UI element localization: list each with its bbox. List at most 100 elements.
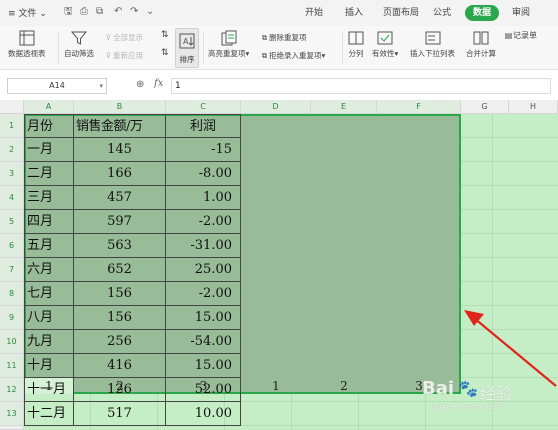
cell-b8[interactable]: 156 <box>74 282 166 306</box>
cell-b7[interactable]: 652 <box>74 258 166 282</box>
row-header-6[interactable]: 6 <box>0 234 24 258</box>
cell-b2[interactable]: 145 <box>74 138 166 162</box>
undo-icon[interactable]: ↶ <box>114 7 124 17</box>
chevron-down-icon[interactable]: ▾ <box>99 79 103 93</box>
column-header-b[interactable]: B <box>74 100 166 114</box>
cell-c14[interactable]: 3 <box>166 378 241 394</box>
cell-a5[interactable]: 四月 <box>24 210 74 234</box>
column-header-f[interactable]: F <box>377 100 461 114</box>
split-columns-button[interactable]: 分列 <box>348 30 364 59</box>
cell-a9[interactable]: 八月 <box>24 306 74 330</box>
cell-b5[interactable]: 597 <box>74 210 166 234</box>
row-header-1[interactable]: 1 <box>0 114 24 138</box>
cell-a10[interactable]: 九月 <box>24 330 74 354</box>
cell-e14[interactable]: 2 <box>311 378 377 394</box>
cell-b6[interactable]: 563 <box>74 234 166 258</box>
cell-c9[interactable]: 15.00 <box>166 306 241 330</box>
cell-c1[interactable]: 利润 <box>166 114 241 138</box>
insert-dropdown-list-button[interactable]: 插入下拉列表 <box>410 30 455 59</box>
validity-button[interactable]: 有效性▾ <box>372 30 398 59</box>
name-box[interactable]: A14 ▾ <box>7 78 107 94</box>
show-all-button[interactable]: ⊽ 全部显示 <box>104 32 143 43</box>
reject-duplicates-button[interactable]: ⧉ 拒绝录入重复项▾ <box>260 50 325 61</box>
cell-b1[interactable]: 销售金额/万 <box>74 114 166 138</box>
tab-data[interactable]: 数据 <box>465 5 500 21</box>
cell-c3[interactable]: -8.00 <box>166 162 241 186</box>
cell-b4[interactable]: 457 <box>74 186 166 210</box>
column-header-c[interactable]: C <box>166 100 241 114</box>
row-header-11[interactable]: 11 <box>0 354 24 378</box>
cell-c13[interactable]: 10.00 <box>166 402 241 426</box>
cell-d14[interactable]: 1 <box>241 378 311 394</box>
quick-access-dropdown-icon[interactable]: ⌄ <box>146 7 156 17</box>
row-header-10[interactable]: 10 <box>0 330 24 354</box>
column-header-g[interactable]: G <box>461 100 509 114</box>
autofilter-button[interactable]: 自动筛选 <box>64 30 94 59</box>
cell-b11[interactable]: 416 <box>74 354 166 378</box>
formula-input[interactable]: 1 <box>171 78 551 94</box>
print-icon[interactable]: ⎙ <box>80 7 90 17</box>
row-header-2[interactable]: 2 <box>0 138 24 162</box>
cell-c10[interactable]: -54.00 <box>166 330 241 354</box>
row-header-4[interactable]: 4 <box>0 186 24 210</box>
cell-c4[interactable]: 1.00 <box>166 186 241 210</box>
tab-page-layout[interactable]: 页面布局 <box>383 5 419 21</box>
cell-c8[interactable]: -2.00 <box>166 282 241 306</box>
pivot-table-button[interactable]: 数据透视表 <box>8 30 46 59</box>
sort-button[interactable]: A 排序 <box>175 28 199 68</box>
cell-a8[interactable]: 七月 <box>24 282 74 306</box>
save-icon[interactable]: 🖫 <box>64 7 74 17</box>
reapply-label: 重新应用 <box>113 51 143 60</box>
column-header-h[interactable]: H <box>509 100 558 114</box>
row-header-12[interactable]: 12 <box>0 378 24 402</box>
remove-duplicates-button[interactable]: ⧉ 删除重复项 <box>260 32 307 43</box>
tab-start[interactable]: 开始 <box>305 5 323 21</box>
zoom-search-icon[interactable]: ⊕ <box>136 79 144 90</box>
row-header-5[interactable]: 5 <box>0 210 24 234</box>
tab-formula[interactable]: 公式 <box>433 5 451 21</box>
row-header-3[interactable]: 3 <box>0 162 24 186</box>
row-header-13[interactable]: 13 <box>0 402 24 426</box>
row-header-7[interactable]: 7 <box>0 258 24 282</box>
fx-icon[interactable]: fx <box>154 78 163 89</box>
cell-c5[interactable]: -2.00 <box>166 210 241 234</box>
cell-b3[interactable]: 166 <box>74 162 166 186</box>
cell-a3[interactable]: 二月 <box>24 162 74 186</box>
cell-a2[interactable]: 一月 <box>24 138 74 162</box>
cell-a4[interactable]: 三月 <box>24 186 74 210</box>
sort-descending-button[interactable]: ⇅ <box>161 48 169 58</box>
cell-a7[interactable]: 六月 <box>24 258 74 282</box>
cell-b10[interactable]: 256 <box>74 330 166 354</box>
cell-a1[interactable]: 月份 <box>24 114 74 138</box>
cell-a6[interactable]: 五月 <box>24 234 74 258</box>
select-all-corner[interactable] <box>0 100 24 114</box>
highlight-duplicates-button[interactable]: 高亮重复项▾ <box>208 30 249 59</box>
records-form-button[interactable]: ▤记录单 <box>504 30 537 41</box>
tab-review[interactable]: 审阅 <box>512 5 530 21</box>
cell-a14[interactable]: 1 <box>24 378 74 394</box>
consolidate-button[interactable]: 合并计算 <box>466 30 496 59</box>
column-header-d[interactable]: D <box>241 100 311 114</box>
column-header-a[interactable]: A <box>24 100 74 114</box>
row-header-8[interactable]: 8 <box>0 282 24 306</box>
main-menu-button[interactable]: ≡ 文件 ⌄ <box>8 6 47 19</box>
funnel-refresh-icon: ⊽ <box>105 51 112 60</box>
print-preview-icon[interactable]: ⧉ <box>96 7 106 17</box>
reapply-button[interactable]: ⊽ 重新应用 <box>104 50 143 61</box>
cell-b9[interactable]: 156 <box>74 306 166 330</box>
row-header-9[interactable]: 9 <box>0 306 24 330</box>
sort-ascending-button[interactable]: ⇅ <box>161 30 169 40</box>
cell-c7[interactable]: 25.00 <box>166 258 241 282</box>
cell-a13[interactable]: 十二月 <box>24 402 74 426</box>
cell-b14[interactable]: 2 <box>74 378 166 394</box>
cell-c6[interactable]: -31.00 <box>166 234 241 258</box>
show-all-label: 全部显示 <box>113 33 143 42</box>
tab-insert[interactable]: 插入 <box>345 5 363 21</box>
cell-b13[interactable]: 517 <box>74 402 166 426</box>
name-box-value: A14 <box>49 81 65 90</box>
cell-a11[interactable]: 十月 <box>24 354 74 378</box>
redo-icon[interactable]: ↷ <box>130 7 140 17</box>
cell-c2[interactable]: -15 <box>166 138 241 162</box>
cell-c11[interactable]: 15.00 <box>166 354 241 378</box>
column-header-e[interactable]: E <box>311 100 377 114</box>
